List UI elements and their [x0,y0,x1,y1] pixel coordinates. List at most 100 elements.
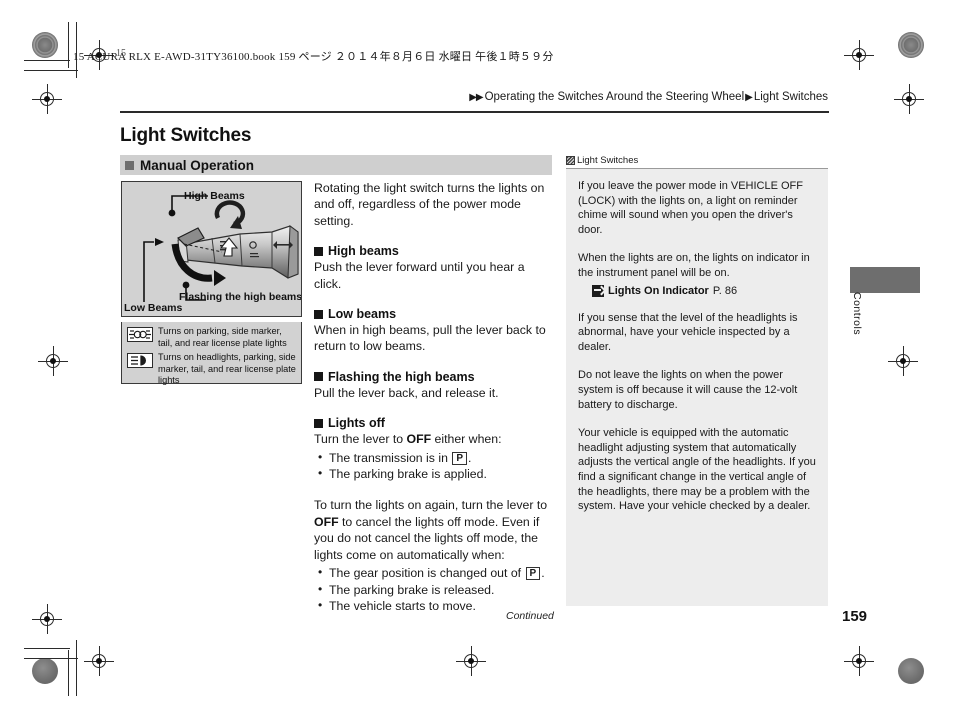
sidebar-paragraph: Your vehicle is equipped with the automa… [578,427,816,513]
note-marker-icon [566,156,575,165]
subsection-lights-off: Lights off [314,416,554,430]
intro-paragraph: Rotating the light switch turns the ligh… [314,181,545,228]
turn-on-part1: To turn the lights on again, turn the le… [314,498,548,513]
legend-item-text: Turns on headlights, parking, side marke… [158,352,296,385]
filled-square-icon [314,309,323,319]
registration-mark-mid-right [888,346,918,376]
bullet-text: The vehicle starts to move. [329,598,476,613]
crop-line-top-left-h [24,60,70,61]
print-corner-number: 15 [116,48,126,59]
filled-square-icon [314,372,323,382]
legend-item-text: Turns on parking, side marker, tail, and… [158,326,287,348]
lights-off-lead: Turn the lever to OFF either when: [314,431,554,447]
sidebar-paragraph: If you leave the power mode in VEHICLE O… [578,180,803,236]
turn-on-again-bullets: The gear position is changed out of P. T… [314,564,554,614]
crop-line-bottom-left-h2 [24,658,78,659]
legend-item: Turns on headlights, parking, side marke… [127,352,296,387]
breadcrumb-parent[interactable]: Operating the Switches Around the Steeri… [485,91,745,103]
registration-mark-bottom-right-a [844,646,874,676]
registration-mark-mid-left [38,346,68,376]
filled-square-icon [314,246,323,256]
lights-off-bullets: The transmission is in P. The parking br… [314,449,554,483]
bullet-text: The gear position is changed out of [329,566,525,581]
sidebar-note-panel: If you leave the power mode in VEHICLE O… [566,168,828,606]
registration-mark-bottom-right-b [456,646,486,676]
list-item: The parking brake is applied. [317,465,554,482]
sidebar-paragraph: When the lights are on, the lights on in… [578,252,810,279]
thumb-tab-label: Controls [851,292,863,336]
breadcrumb-current: Light Switches [753,91,828,103]
bullet-text: The transmission is in [329,450,452,465]
breadcrumb: ▶▶ Operating the Switches Around the Ste… [469,91,828,103]
crop-line-top-left-h2 [24,70,78,71]
print-color-target-top-left [32,32,58,58]
bullet-text: The parking brake is released. [329,582,495,597]
lead-bold-off: OFF [406,432,432,447]
turn-on-again-paragraph: To turn the lights on again, turn the le… [314,497,554,563]
light-switch-stalk-illustration: High Beams Flashing the high beams [121,181,302,317]
page-number: 159 [842,608,868,625]
crop-line-bottom-left-h [24,648,70,649]
thumb-tab-marker [850,267,920,293]
subsection-heading: Lights off [328,416,385,431]
registration-mark-bottom-left-a [84,646,114,676]
crop-line-top-left-v [68,22,69,68]
arrow-jump-icon [592,284,604,297]
registration-mark-bottom-left-b [32,604,62,634]
cross-reference-title: Lights On Indicator [608,284,709,297]
subsection-body: Push the lever forward until you hear a … [314,260,525,291]
illustration-label-flashing: Flashing the high beams [179,291,302,303]
sidebar-header: Light Switches [566,155,638,166]
subsection-low-beams: Low beams [314,307,554,321]
subsection-heading: Low beams [328,307,397,322]
list-item: The transmission is in P. [317,449,554,466]
continued-label: Continued [506,610,554,622]
filled-square-icon [314,418,323,428]
illustration-label-high-beams: High Beams [184,190,245,202]
registration-mark-top-right-b [894,84,924,114]
crop-line-bottom-left-v2 [76,640,77,696]
filled-square-icon [125,160,134,170]
crop-line-bottom-left-v [68,650,69,696]
list-item: The gear position is changed out of P. [317,564,554,581]
parking-light-symbol-icon [127,327,153,342]
lead-before: Turn the lever to [314,432,407,447]
illustration-label-low-beams: Low Beams [124,302,183,314]
light-switch-legend: Turns on parking, side marker, tail, and… [121,322,302,387]
registration-mark-top-right-a [844,40,874,70]
section-header-label: Manual Operation [140,157,255,173]
print-color-dot-bottom-right [898,658,924,684]
breadcrumb-separator-icon: ▶ [745,91,753,103]
turn-on-part2: to cancel the lights off mode. Even if y… [314,514,540,562]
subsection-body: When in high beams, pull the lever back … [314,323,546,354]
bullet-text-after: . [468,450,472,465]
legend-item: Turns on parking, side marker, tail, and… [127,326,296,349]
cross-reference-lights-on-indicator[interactable]: Lights On Indicator P. 86 [592,284,816,297]
gear-position-p-badge: P [452,451,467,465]
print-color-dot-bottom-left [32,658,58,684]
subsection-high-beams: High beams [314,244,554,258]
cross-reference-page: P. 86 [712,284,738,297]
sidebar-paragraph: Do not leave the lights on when the powe… [578,369,798,411]
sidebar-paragraph: If you sense that the level of the headl… [578,311,798,353]
bullet-text: The parking brake is applied. [329,467,487,482]
subsection-heading: High beams [328,244,399,259]
sidebar-title: Light Switches [577,155,639,166]
main-text-column: Rotating the light switch turns the ligh… [314,180,554,629]
subsection-body: Pull the lever back, and release it. [314,385,499,400]
gear-position-p-badge: P [525,567,541,581]
bullet-text-after: . [541,566,545,581]
header-rule [120,111,829,113]
print-file-slug: 15 ACURA RLX E-AWD-31TY36100.book 159 ペー… [73,51,554,63]
print-color-target-top-right [898,32,924,58]
headlight-symbol-icon [127,353,153,368]
list-item: The parking brake is released. [317,580,554,598]
page-title: Light Switches [120,125,252,146]
subsection-flashing-high-beams: Flashing the high beams [314,370,554,384]
lead-after: either when: [431,432,502,447]
registration-mark-top-left-a [32,84,62,114]
breadcrumb-arrows-icon: ▶▶ [469,91,483,103]
subsection-heading: Flashing the high beams [328,369,475,384]
section-header-manual-operation: Manual Operation [120,155,552,175]
turn-on-bold-off: OFF [314,514,339,529]
